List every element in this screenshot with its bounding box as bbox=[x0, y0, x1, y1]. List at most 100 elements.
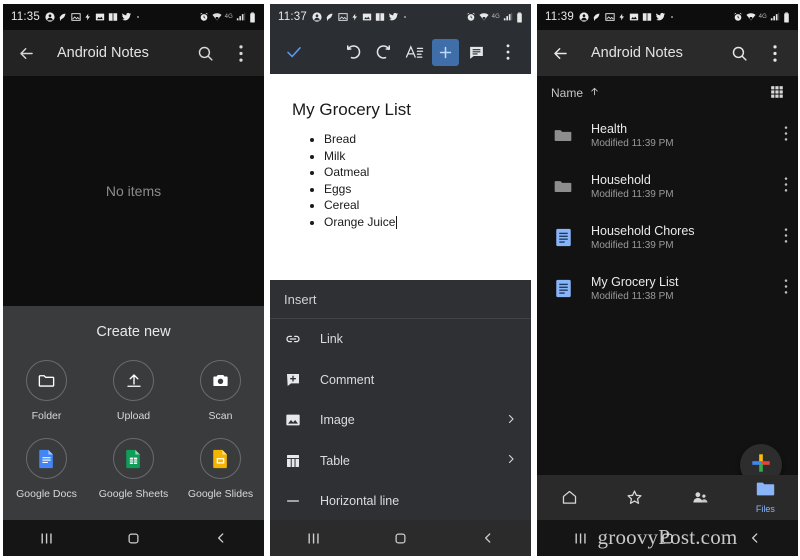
back-icon[interactable] bbox=[468, 531, 508, 545]
create-option-folder[interactable]: Folder bbox=[3, 360, 90, 422]
sort-bar[interactable]: Name bbox=[537, 76, 798, 110]
insert-menu-item-horizontal-line[interactable]: Horizontal line bbox=[270, 481, 531, 522]
back-icon[interactable] bbox=[735, 531, 775, 545]
file-row-household[interactable]: Household Modified 11:39 PM bbox=[537, 161, 798, 212]
flash-icon bbox=[352, 13, 357, 21]
home-icon[interactable] bbox=[114, 531, 154, 546]
more-vert-icon[interactable] bbox=[784, 176, 788, 197]
empty-state: No items bbox=[3, 76, 264, 306]
file-name: My Grocery List bbox=[591, 274, 679, 289]
status-system-icons: 4G bbox=[199, 11, 256, 23]
recents-icon[interactable] bbox=[27, 531, 67, 546]
insert-button[interactable] bbox=[432, 38, 459, 66]
vpn-wifi-icon bbox=[212, 13, 222, 21]
bottom-nav-files[interactable]: Files bbox=[741, 481, 789, 514]
search-icon[interactable] bbox=[194, 42, 216, 64]
file-meta: Household Chores Modified 11:39 PM bbox=[591, 223, 768, 253]
list-item: Eggs bbox=[324, 181, 509, 198]
document-canvas[interactable]: My Grocery List Bread Milk Oatmeal Eggs … bbox=[270, 74, 531, 280]
list-item: Milk bbox=[324, 148, 509, 165]
signal-icon bbox=[503, 12, 513, 21]
insert-menu-item-label: Image bbox=[320, 413, 355, 428]
profile-icon bbox=[579, 12, 589, 22]
undo-button[interactable] bbox=[339, 39, 366, 66]
insert-menu-item-link[interactable]: Link bbox=[270, 319, 531, 360]
more-vert-icon[interactable] bbox=[784, 227, 788, 248]
file-row-health[interactable]: Health Modified 11:39 PM bbox=[537, 110, 798, 161]
bottom-nav-label: Files bbox=[755, 504, 775, 514]
redo-button[interactable] bbox=[370, 39, 397, 66]
file-row-my-grocery-list[interactable]: My Grocery List Modified 11:38 PM bbox=[537, 263, 798, 314]
insert-menu-item-label: Table bbox=[320, 453, 350, 468]
search-icon[interactable] bbox=[728, 42, 750, 64]
grid-view-icon[interactable] bbox=[770, 85, 784, 102]
home-icon[interactable] bbox=[648, 531, 688, 546]
file-list: Health Modified 11:39 PM Household Modif… bbox=[537, 110, 798, 314]
more-vert-icon[interactable] bbox=[230, 42, 252, 64]
back-icon[interactable] bbox=[201, 531, 241, 545]
table-icon bbox=[284, 453, 302, 469]
comment-button[interactable] bbox=[463, 39, 490, 66]
create-option-label: Folder bbox=[31, 410, 62, 422]
recents-icon[interactable] bbox=[561, 531, 601, 546]
dot-icon bbox=[671, 16, 673, 18]
more-vert-icon[interactable] bbox=[764, 42, 786, 64]
back-arrow-icon[interactable] bbox=[15, 42, 37, 64]
vpn-wifi-icon bbox=[746, 13, 756, 21]
create-option-upload[interactable]: Upload bbox=[90, 360, 177, 422]
pin-icon bbox=[59, 13, 66, 22]
create-option-label: Google Sheets bbox=[98, 488, 169, 500]
create-option-label: Google Slides bbox=[187, 488, 254, 500]
google-docs-file-icon bbox=[551, 228, 575, 247]
done-check-button[interactable] bbox=[280, 39, 307, 66]
bottom-nav-shared[interactable] bbox=[676, 489, 724, 506]
more-vert-icon[interactable] bbox=[784, 125, 788, 146]
home-icon[interactable] bbox=[381, 531, 421, 546]
panel-file-list: 11:39 4G Android Notes Name Health Modif… bbox=[537, 4, 798, 556]
create-new-sheet: Create new Folder Upload Scan Google Doc… bbox=[3, 306, 264, 536]
recents-icon[interactable] bbox=[294, 531, 334, 546]
google-slides-icon bbox=[200, 438, 241, 479]
more-vert-icon[interactable] bbox=[494, 39, 521, 66]
photo-icon bbox=[71, 13, 81, 21]
file-modified: Modified 11:39 PM bbox=[591, 188, 674, 200]
android-nav-bar bbox=[3, 520, 264, 556]
status-time: 11:39 bbox=[545, 11, 574, 23]
insert-menu-item-comment[interactable]: Comment bbox=[270, 360, 531, 401]
create-option-google-slides[interactable]: Google Slides bbox=[177, 438, 264, 500]
bottom-nav-starred[interactable] bbox=[611, 489, 659, 506]
insert-menu-item-image[interactable]: Image bbox=[270, 400, 531, 441]
back-arrow-icon[interactable] bbox=[549, 42, 571, 64]
image-icon bbox=[362, 13, 372, 21]
status-notification-icons bbox=[45, 12, 141, 22]
flash-icon bbox=[85, 13, 90, 21]
twitter-icon bbox=[655, 12, 666, 21]
4g-icon: 4G bbox=[224, 14, 233, 20]
4g-icon: 4G bbox=[491, 14, 500, 20]
bottom-nav-home[interactable] bbox=[546, 489, 594, 506]
create-option-label: Scan bbox=[208, 410, 233, 422]
link-icon bbox=[284, 331, 302, 347]
image-icon bbox=[95, 13, 105, 21]
book-icon bbox=[108, 13, 118, 21]
text-format-button[interactable] bbox=[401, 39, 428, 66]
pin-icon bbox=[326, 13, 333, 22]
list-item-with-caret: Orange Juice bbox=[324, 214, 509, 231]
file-modified: Modified 11:39 PM bbox=[591, 137, 674, 149]
file-meta: My Grocery List Modified 11:38 PM bbox=[591, 274, 768, 304]
file-meta: Household Modified 11:39 PM bbox=[591, 172, 768, 202]
4g-icon: 4G bbox=[758, 14, 767, 20]
insert-menu-item-table[interactable]: Table bbox=[270, 441, 531, 482]
add-comment-icon bbox=[284, 372, 302, 388]
folder-icon bbox=[551, 126, 575, 146]
create-option-scan[interactable]: Scan bbox=[177, 360, 264, 422]
create-option-google-docs[interactable]: Google Docs bbox=[3, 438, 90, 500]
insert-menu-item-label: Comment bbox=[320, 372, 375, 387]
more-vert-icon[interactable] bbox=[784, 278, 788, 299]
create-option-google-sheets[interactable]: Google Sheets bbox=[90, 438, 177, 500]
file-row-household-chores[interactable]: Household Chores Modified 11:39 PM bbox=[537, 212, 798, 263]
insert-menu-header: Insert bbox=[270, 280, 531, 319]
signal-icon bbox=[770, 12, 780, 21]
google-docs-file-icon bbox=[551, 279, 575, 298]
status-system-icons: 4G bbox=[733, 11, 790, 23]
